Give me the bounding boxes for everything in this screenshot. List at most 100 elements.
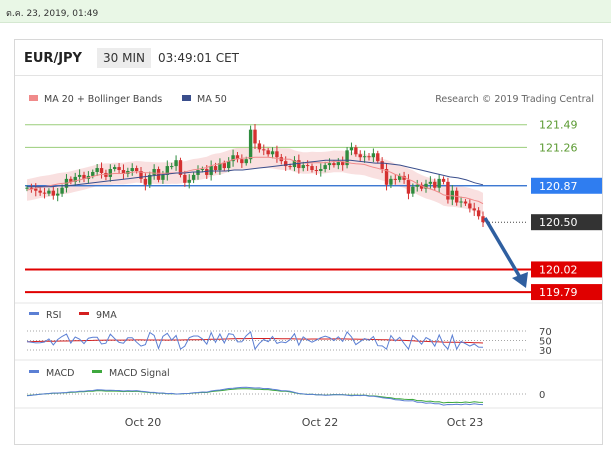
candle-body (406, 179, 411, 194)
candle-body (336, 162, 341, 166)
rsi-panel: 705030 (26, 327, 552, 357)
candle-body (51, 190, 56, 196)
candle-body (367, 156, 371, 158)
candle-body (134, 168, 139, 171)
candle-body (47, 190, 51, 194)
candle-body (104, 172, 108, 177)
level-label: 119.79 (539, 286, 578, 299)
candle-body (389, 178, 393, 185)
rsi-level-label: 30 (539, 346, 552, 357)
candle-body (327, 163, 332, 166)
bollinger-bands (27, 146, 483, 215)
candle-body (226, 161, 231, 169)
level-label: 120.02 (539, 263, 578, 276)
x-tick-label: Oct 20 (125, 416, 162, 429)
candle-body (393, 178, 398, 180)
candle-body (459, 201, 463, 203)
candle-body (358, 154, 362, 158)
rsi-legend-swatch (29, 312, 39, 315)
candle-body (244, 159, 248, 164)
macd-line (26, 386, 484, 406)
candle-body (77, 174, 82, 177)
candle-body (450, 190, 455, 200)
candle-body (428, 181, 433, 184)
candle-body (152, 169, 156, 175)
candle-body (310, 166, 314, 171)
level-labels: 121.49 121.26 120.87 120.50 120.02 119.79 (531, 119, 602, 301)
candle-body (240, 159, 244, 164)
candle-body (319, 169, 323, 171)
candle-body (332, 163, 336, 166)
level-label: 120.87 (539, 180, 578, 193)
macd-zero-label: 0 (539, 390, 545, 401)
candle-body (91, 171, 95, 176)
candle-body (60, 187, 64, 194)
candle-body (42, 192, 47, 194)
macd-signal-legend-swatch (92, 370, 102, 373)
candle-body (270, 151, 275, 155)
candle-body (441, 178, 446, 182)
candle-body (433, 181, 437, 188)
candle-body (213, 166, 218, 171)
candle-body (248, 129, 253, 160)
candle-body (362, 156, 367, 158)
candle-body (275, 151, 279, 158)
candle-body (437, 178, 441, 188)
candle-body (205, 169, 209, 175)
candle-body (169, 166, 174, 168)
macd-panel: 0 (26, 386, 545, 406)
x-tick-label: Oct 23 (447, 416, 484, 429)
candle-body (253, 129, 257, 144)
candle-body (200, 169, 205, 171)
candle-body (305, 165, 310, 167)
ma50-legend-label: MA 50 (197, 94, 227, 105)
candle-body (380, 161, 384, 170)
candle-body (38, 190, 42, 193)
candle-body (99, 168, 104, 173)
rsi9-legend-swatch (79, 312, 89, 315)
candle-body (340, 162, 345, 166)
x-tick-label: Oct 22 (302, 416, 339, 429)
candle-body (183, 174, 187, 183)
candle-body (191, 174, 196, 180)
candle-body (187, 179, 191, 183)
candle-body (288, 166, 292, 168)
ma20-legend-swatch (29, 95, 38, 101)
candle-body (314, 170, 319, 172)
candle-body (349, 147, 354, 151)
ma20-legend-label: MA 20 + Bollinger Bands (44, 94, 162, 105)
macd-signal-legend-label: MACD Signal (109, 368, 170, 379)
candle-body (472, 208, 476, 211)
ma50-legend-swatch (182, 95, 191, 101)
candle-body (262, 149, 266, 151)
candle-body (222, 163, 227, 169)
candle-body (301, 165, 305, 169)
candle-body (354, 147, 358, 155)
macd-legend-swatch (29, 370, 39, 373)
rsi-legend-label: RSI (46, 310, 61, 321)
candle-body (323, 165, 327, 170)
candle-body (257, 143, 262, 150)
candle-body (55, 193, 60, 196)
candle-body (161, 174, 165, 180)
resistance-label: 121.26 (539, 141, 578, 154)
candle-body (463, 201, 468, 204)
macd-legend-label: MACD (46, 368, 74, 379)
x-axis: Oct 20 Oct 22 Oct 23 (125, 416, 484, 429)
bollinger-band-area (27, 146, 483, 215)
candle-body (266, 150, 270, 155)
candle-body (174, 160, 178, 167)
candle-body (297, 160, 301, 169)
candle-body (476, 210, 481, 217)
candle-body (117, 167, 121, 171)
candle-body (371, 153, 376, 158)
macd-signal-line (26, 388, 484, 404)
candle-body (25, 187, 29, 189)
candle-body (95, 168, 99, 172)
candle-body (143, 178, 148, 185)
resistance-label: 121.49 (539, 119, 578, 132)
candle-body (446, 181, 450, 200)
level-label: 120.50 (539, 216, 578, 229)
candle-body (112, 167, 117, 170)
candle-body (108, 169, 113, 177)
